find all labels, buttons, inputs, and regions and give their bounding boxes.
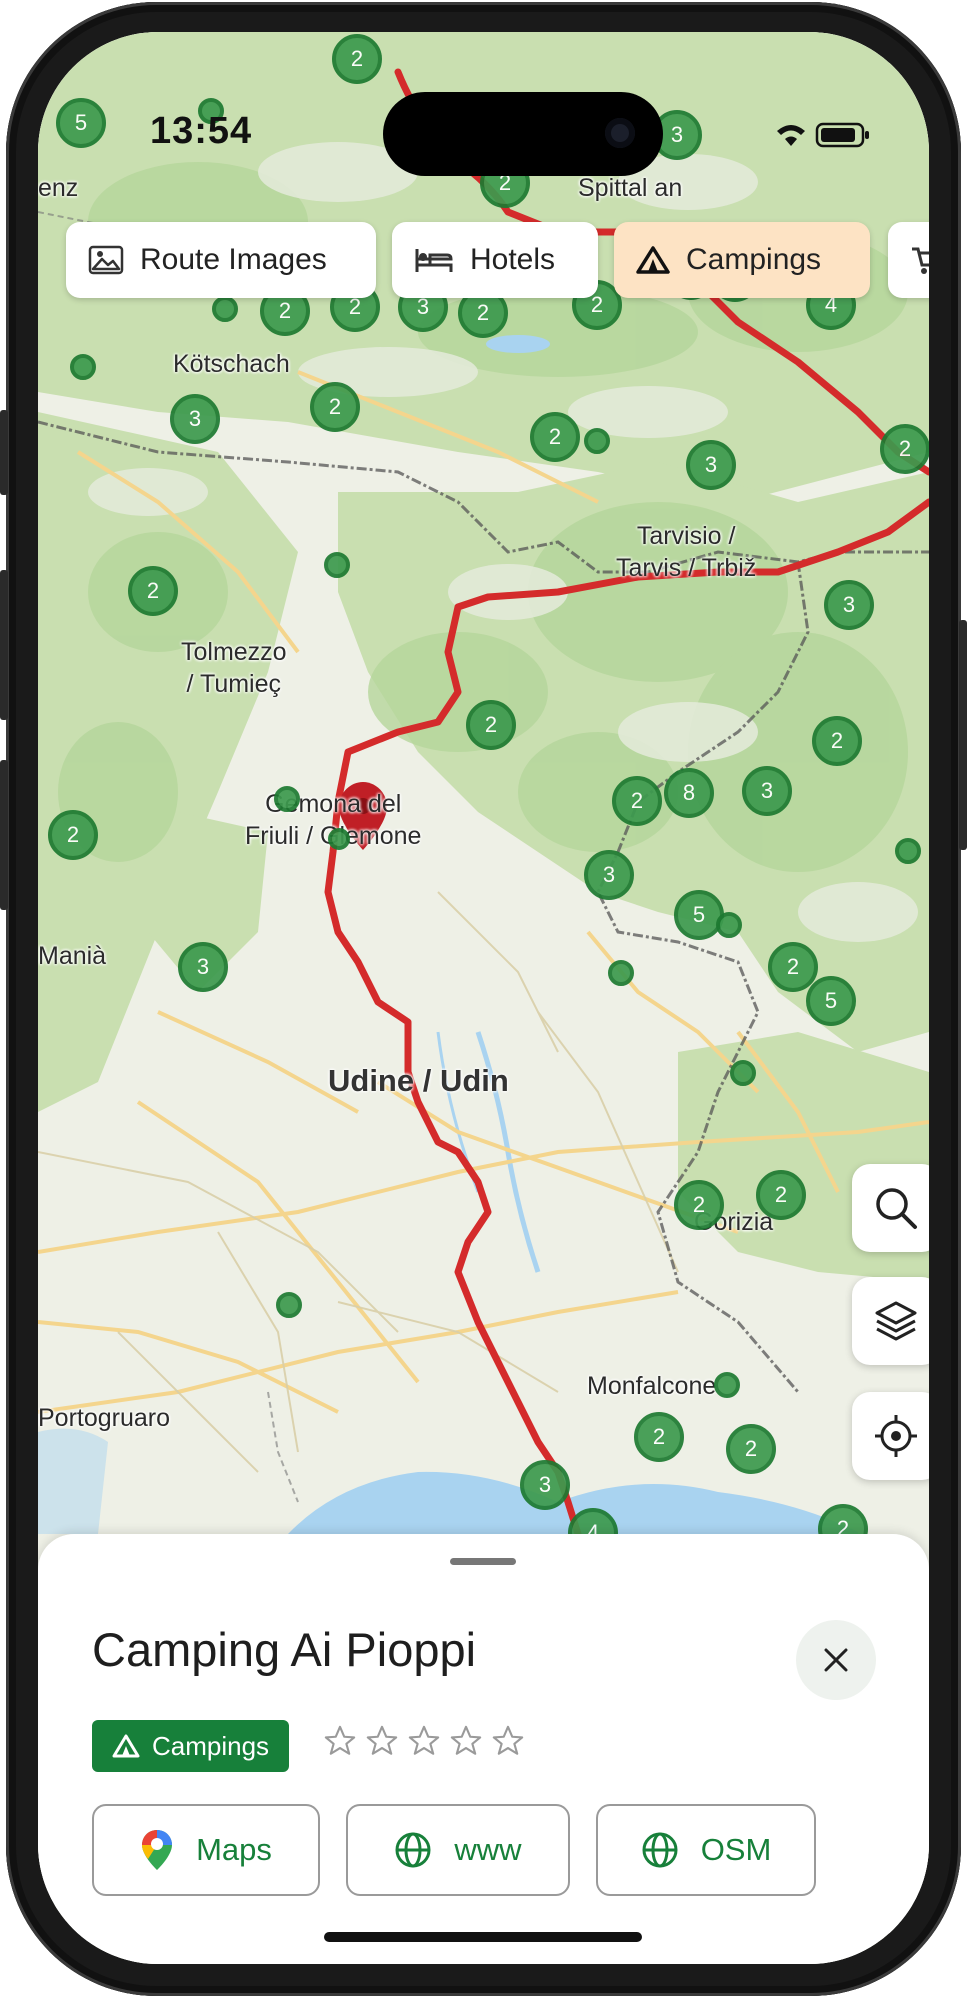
star-empty-icon[interactable] xyxy=(449,1724,483,1758)
close-button[interactable] xyxy=(796,1620,876,1700)
camping-cluster[interactable]: 2 xyxy=(756,1170,806,1220)
camping-marker[interactable] xyxy=(328,828,350,850)
image-icon xyxy=(88,245,124,275)
chip-label: Campings xyxy=(686,243,822,276)
camping-marker[interactable] xyxy=(212,296,238,322)
camping-marker[interactable] xyxy=(70,354,96,380)
camping-cluster[interactable]: 3 xyxy=(178,942,228,992)
place-title: Camping Ai Pioppi xyxy=(92,1623,477,1676)
place-details-sheet: Camping Ai Pioppi Campings Maps www OSM xyxy=(38,1534,929,1964)
camping-cluster[interactable]: 3 xyxy=(170,394,220,444)
power-button xyxy=(959,620,967,850)
camping-cluster[interactable]: 5 xyxy=(806,976,856,1026)
camping-marker[interactable] xyxy=(730,1060,756,1086)
open-osm-button[interactable]: OSM xyxy=(596,1804,816,1896)
sheet-drag-handle[interactable] xyxy=(450,1558,516,1565)
camping-cluster[interactable]: 2 xyxy=(332,34,382,84)
category-badge: Campings xyxy=(92,1720,290,1772)
star-empty-icon[interactable] xyxy=(365,1724,399,1758)
status-time: 13:54 xyxy=(150,110,253,152)
action-label: Maps xyxy=(196,1832,272,1867)
camping-cluster[interactable]: 2 xyxy=(128,566,178,616)
map-label-monfalcone: Monfalcone xyxy=(587,1372,717,1400)
chip-route-images[interactable]: Route Images xyxy=(66,222,376,298)
close-icon xyxy=(824,1648,848,1672)
camping-marker[interactable] xyxy=(584,428,610,454)
star-empty-icon[interactable] xyxy=(407,1724,441,1758)
crosshair-icon xyxy=(875,1415,917,1457)
map-label-enz: enz xyxy=(38,174,79,202)
camping-cluster[interactable]: 8 xyxy=(664,768,714,818)
camping-cluster[interactable]: 3 xyxy=(520,1460,570,1510)
camping-cluster[interactable]: 2 xyxy=(466,700,516,750)
map-label-udine: Udine / Udin xyxy=(328,1063,509,1098)
dynamic-island xyxy=(383,92,663,176)
silent-switch xyxy=(0,410,8,495)
camping-cluster[interactable]: 2 xyxy=(48,810,98,860)
camping-cluster[interactable]: 2 xyxy=(634,1412,684,1462)
camping-cluster[interactable]: 3 xyxy=(686,440,736,490)
google-maps-icon xyxy=(142,1830,173,1870)
chip-hotels[interactable]: Hotels xyxy=(392,222,598,298)
camping-cluster[interactable]: 2 xyxy=(674,1180,724,1230)
open-website-button[interactable]: www xyxy=(346,1804,570,1896)
layers-icon xyxy=(875,1301,917,1341)
star-empty-icon[interactable] xyxy=(491,1724,525,1758)
camping-marker[interactable] xyxy=(276,1292,302,1318)
camping-cluster[interactable]: 3 xyxy=(742,766,792,816)
camping-cluster[interactable]: 5 xyxy=(56,98,106,148)
cart-icon xyxy=(912,247,929,274)
volume-up-button xyxy=(0,570,8,720)
camping-cluster[interactable]: 3 xyxy=(824,580,874,630)
search-icon xyxy=(876,1188,917,1229)
wifi-icon xyxy=(777,125,805,146)
rating-stars[interactable] xyxy=(323,1724,525,1758)
camping-marker[interactable] xyxy=(716,912,742,938)
category-label: Campings xyxy=(152,1730,270,1761)
camping-marker[interactable] xyxy=(274,786,300,812)
camping-cluster[interactable]: 2 xyxy=(612,776,662,826)
camping-cluster[interactable]: 2 xyxy=(812,716,862,766)
star-empty-icon[interactable] xyxy=(323,1724,357,1758)
map-search-button[interactable] xyxy=(852,1164,929,1252)
map-label-mania: Manià xyxy=(38,942,107,970)
map-label-spittal: Spittal an xyxy=(578,174,683,202)
bed-icon xyxy=(415,249,453,272)
camping-marker[interactable] xyxy=(714,1372,740,1398)
camping-marker[interactable] xyxy=(324,552,350,578)
action-label: OSM xyxy=(700,1832,772,1867)
home-indicator[interactable] xyxy=(324,1932,642,1942)
chip-label: Route Images xyxy=(140,243,327,276)
battery-icon xyxy=(815,122,869,148)
screen: Kötschach Spittal an Tarvisio / Tarvis /… xyxy=(38,32,929,1964)
open-in-maps-button[interactable]: Maps xyxy=(92,1804,320,1896)
map-locate-button[interactable] xyxy=(852,1392,929,1480)
camping-cluster[interactable]: 2 xyxy=(530,412,580,462)
camera-icon xyxy=(605,118,635,148)
camping-cluster[interactable]: 2 xyxy=(726,1424,776,1474)
camping-marker[interactable] xyxy=(608,960,634,986)
action-label: www xyxy=(454,1832,522,1867)
chip-campings[interactable]: Campings xyxy=(614,222,870,298)
tent-icon xyxy=(112,1734,140,1758)
volume-down-button xyxy=(0,760,8,910)
map-label-tolmezzo: Tolmezzo / Tumieç xyxy=(181,638,287,698)
camping-marker[interactable] xyxy=(895,838,921,864)
camping-cluster[interactable]: 2 xyxy=(310,382,360,432)
map-label-tarvisio: Tarvisio / Tarvis / Trbiž xyxy=(616,522,757,582)
camping-cluster[interactable]: 5 xyxy=(674,890,724,940)
chip-label: Hotels xyxy=(470,243,556,276)
tent-icon xyxy=(636,246,670,274)
chip-shopping[interactable] xyxy=(888,222,929,298)
camping-cluster[interactable]: 3 xyxy=(584,850,634,900)
camping-cluster[interactable]: 2 xyxy=(880,424,929,474)
globe-icon xyxy=(642,1832,678,1868)
map-layers-button[interactable] xyxy=(852,1277,929,1365)
status-icons xyxy=(773,118,873,155)
globe-icon xyxy=(395,1832,431,1868)
map-label-kotschach: Kötschach xyxy=(173,350,290,378)
map-label-portogruaro: Portogruaro xyxy=(38,1404,171,1432)
